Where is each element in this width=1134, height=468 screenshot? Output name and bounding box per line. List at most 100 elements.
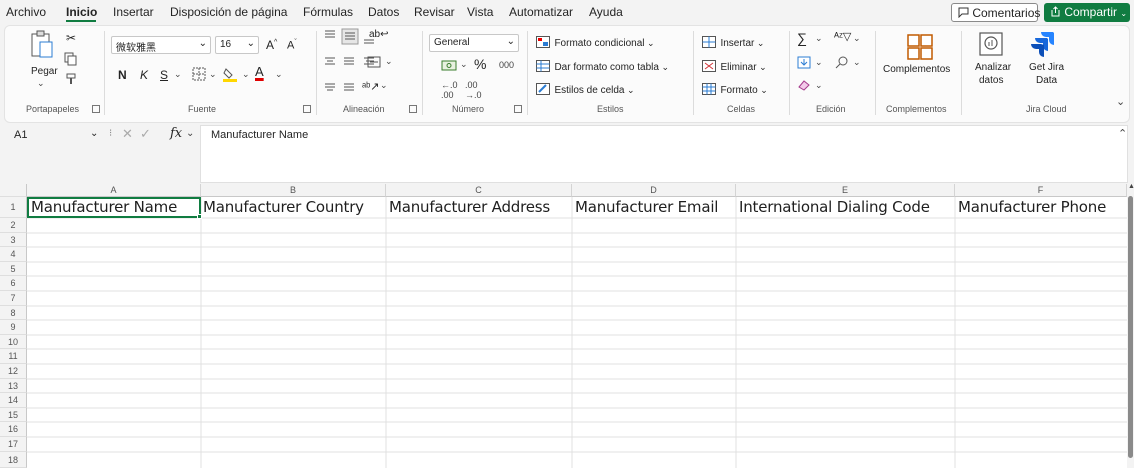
chevron-down-icon[interactable]: ⌄ (815, 80, 823, 91)
format-as-table-button[interactable]: Dar formato como tabla ⌄ (536, 57, 669, 75)
chevron-down-icon[interactable]: ⌄ (186, 128, 194, 139)
clipboard-launcher-icon[interactable] (92, 105, 100, 113)
enter-icon[interactable]: ✓ (140, 126, 151, 142)
chevron-down-icon[interactable]: ⌄ (242, 69, 250, 80)
scroll-up-icon[interactable]: ▲ (1128, 183, 1134, 190)
fill-handle[interactable] (197, 214, 202, 219)
menu-ayuda[interactable]: Ayuda (589, 5, 623, 19)
merge-center-icon[interactable] (367, 56, 381, 68)
row-header-4[interactable]: 4 (0, 247, 27, 262)
jira-icon[interactable] (1031, 30, 1059, 60)
font-size-select[interactable]: 16 ⌄ (215, 36, 259, 54)
increase-decimal-icon[interactable]: ←.0.00 (441, 80, 458, 100)
chevron-down-icon[interactable]: ⌄ (815, 33, 823, 44)
paste-dropdown-icon[interactable]: ⌄ (37, 78, 45, 89)
menu-disposicion[interactable]: Disposición de página (170, 5, 287, 19)
select-all-corner[interactable] (0, 184, 27, 197)
name-box[interactable]: A1 ⌄ (14, 127, 106, 145)
font-launcher-icon[interactable] (303, 105, 311, 113)
paste-label[interactable]: Pegar (31, 66, 58, 77)
chevron-down-icon[interactable]: ⌄ (853, 33, 861, 44)
menu-datos[interactable]: Datos (368, 5, 399, 19)
italic-button[interactable]: K (140, 68, 148, 82)
chevron-down-icon[interactable]: ⌄ (853, 57, 861, 68)
format-cells-button[interactable]: Formato ⌄ (702, 80, 768, 98)
formula-input[interactable] (200, 125, 1128, 183)
row-header-14[interactable]: 14 (0, 393, 27, 408)
chevron-down-icon[interactable]: ⌄ (815, 57, 823, 68)
copy-icon[interactable] (64, 52, 78, 66)
chevron-down-icon[interactable]: ⌄ (275, 69, 283, 80)
analyze-data-label-2[interactable]: datos (979, 75, 1003, 86)
conditional-format-button[interactable]: Formato condicional ⌄ (536, 33, 655, 51)
column-header-b[interactable]: B (201, 184, 386, 197)
menu-archivo[interactable]: Archivo (6, 5, 46, 19)
analyze-data-icon[interactable] (978, 31, 1006, 59)
column-header-a[interactable]: A (27, 184, 201, 197)
menu-automatizar[interactable]: Automatizar (509, 5, 573, 19)
share-button[interactable]: Compartir ⌄ (1044, 3, 1130, 22)
cancel-icon[interactable]: ✕ (122, 126, 133, 142)
borders-icon[interactable] (192, 67, 206, 81)
alignment-launcher-icon[interactable] (409, 105, 417, 113)
row-header-6[interactable]: 6 (0, 276, 27, 291)
row-header-2[interactable]: 2 (0, 218, 27, 233)
delete-cells-button[interactable]: Eliminar ⌄ (702, 57, 767, 75)
row-header-12[interactable]: 12 (0, 364, 27, 379)
row-header-7[interactable]: 7 (0, 291, 27, 306)
chevron-down-icon[interactable]: ⌄ (380, 80, 388, 91)
underline-button[interactable]: S (160, 68, 168, 82)
fill-color-icon[interactable] (222, 66, 238, 82)
row-header-3[interactable]: 3 (0, 233, 27, 247)
cell-d1[interactable]: Manufacturer Email (575, 198, 718, 216)
wrap-text-icon[interactable]: ab↩ (369, 29, 389, 40)
addins-icon[interactable] (906, 33, 934, 61)
cell-c1[interactable]: Manufacturer Address (389, 198, 550, 216)
addins-button-label[interactable]: Complementos (883, 64, 950, 75)
more-icon[interactable]: ⁝ (109, 128, 112, 139)
cut-icon[interactable]: ✂ (66, 31, 76, 45)
clear-icon[interactable] (797, 79, 811, 91)
cell-f1[interactable]: Manufacturer Phone (958, 198, 1106, 216)
row-header-8[interactable]: 8 (0, 306, 27, 320)
number-launcher-icon[interactable] (514, 105, 522, 113)
percent-button[interactable]: % (474, 56, 486, 72)
font-name-select[interactable]: 微软雅黑 ⌄ (111, 36, 211, 54)
row-header-10[interactable]: 10 (0, 335, 27, 349)
chevron-down-icon[interactable]: ⌄ (460, 59, 468, 70)
row-header-17[interactable]: 17 (0, 437, 27, 452)
fill-icon[interactable] (797, 56, 811, 69)
gridlines[interactable] (27, 197, 1127, 468)
autosum-icon[interactable]: ∑ (797, 30, 807, 46)
jira-label-1[interactable]: Get Jira (1029, 62, 1064, 73)
chevron-down-icon[interactable]: ⌄ (385, 56, 393, 67)
insert-cells-button[interactable]: Insertar ⌄ (702, 33, 764, 51)
paste-icon[interactable] (30, 30, 54, 60)
column-header-e[interactable]: E (736, 184, 955, 197)
cell-e1[interactable]: International Dialing Code (739, 198, 930, 216)
column-header-f[interactable]: F (955, 184, 1127, 197)
cell-styles-button[interactable]: Estilos de celda ⌄ (536, 80, 635, 98)
find-select-icon[interactable] (835, 55, 849, 69)
comments-button[interactable]: Comentarios (951, 3, 1040, 22)
formula-content[interactable]: Manufacturer Name (211, 129, 308, 141)
orientation-icon[interactable]: ᵃᵇ↗ (362, 80, 379, 93)
chevron-up-icon[interactable]: ⌃ (1118, 127, 1127, 140)
chevron-down-icon[interactable]: ⌄ (209, 69, 217, 80)
menu-revisar[interactable]: Revisar (414, 5, 455, 19)
scrollbar-thumb[interactable] (1128, 196, 1133, 458)
jira-label-2[interactable]: Data (1036, 75, 1057, 86)
menu-formulas[interactable]: Fórmulas (303, 5, 353, 19)
row-header-11[interactable]: 11 (0, 349, 27, 364)
column-header-d[interactable]: D (572, 184, 736, 197)
accounting-format-icon[interactable] (441, 58, 457, 72)
cell-b1[interactable]: Manufacturer Country (203, 198, 364, 216)
bold-button[interactable]: N (118, 68, 127, 82)
menu-insertar[interactable]: Insertar (113, 5, 154, 19)
menu-inicio[interactable]: Inicio (66, 5, 97, 19)
analyze-data-label-1[interactable]: Analizar (975, 62, 1011, 73)
grow-font-button[interactable]: A^ (266, 38, 277, 52)
menu-vista[interactable]: Vista (467, 5, 493, 19)
format-painter-icon[interactable] (64, 72, 78, 86)
row-header-15[interactable]: 15 (0, 408, 27, 422)
